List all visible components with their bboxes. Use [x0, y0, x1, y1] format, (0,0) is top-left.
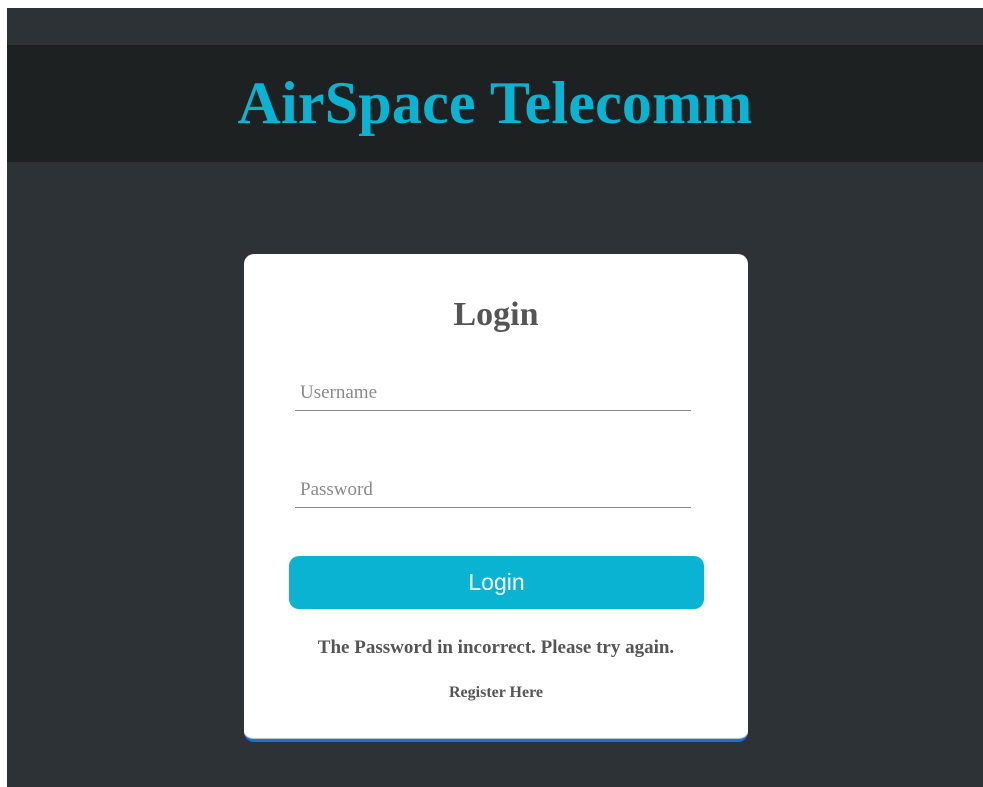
username-input[interactable] [295, 375, 691, 411]
login-button[interactable]: Login [289, 556, 704, 609]
site-header: AirSpace Telecomm [7, 45, 983, 162]
brand-title: AirSpace Telecomm [237, 70, 753, 136]
login-card: Login Login The Password in incorrect. P… [244, 254, 748, 742]
login-title: Login [453, 296, 539, 333]
password-input[interactable] [295, 472, 691, 508]
error-message: The Password in incorrect. Please try ag… [317, 637, 675, 658]
register-link[interactable]: Register Here [244, 684, 748, 702]
page-background: AirSpace Telecomm Login Login The Passwo… [7, 8, 983, 787]
